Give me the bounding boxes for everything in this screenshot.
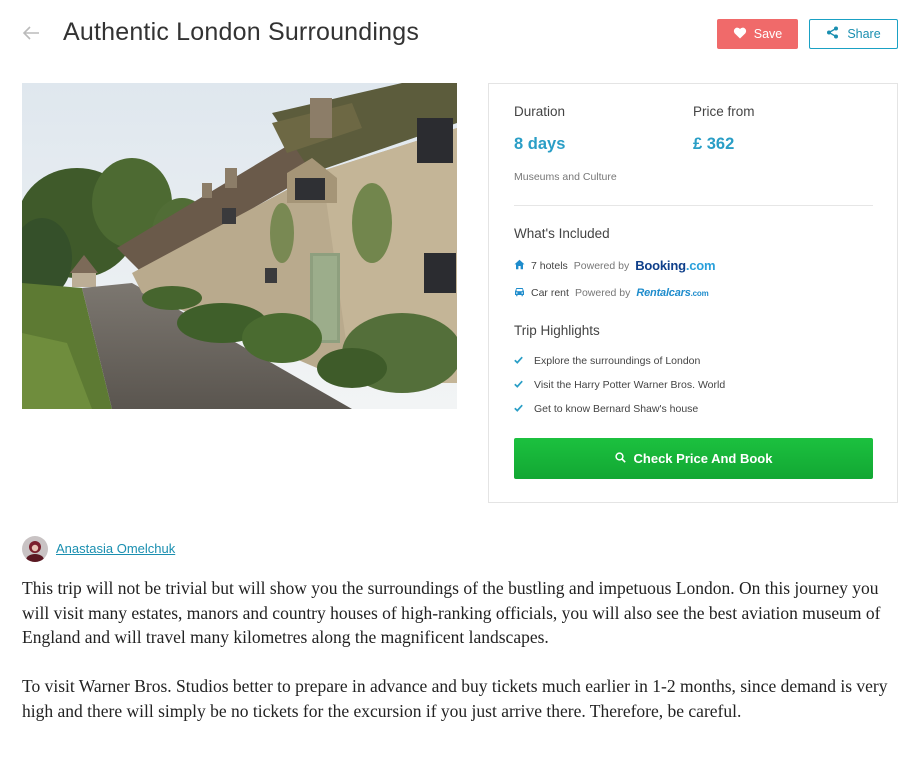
included-car: Car rent Powered by Rentalcars.com [514, 286, 709, 300]
author-link[interactable]: Anastasia Omelchuk [56, 541, 175, 556]
price-value: £ 362 [693, 135, 735, 153]
share-label: Share [847, 27, 881, 41]
check-icon [514, 403, 523, 415]
highlight-text: Explore the surroundings of London [534, 355, 701, 367]
hotels-text: 7 hotels [531, 259, 568, 272]
save-button[interactable]: Save [717, 19, 798, 49]
back-arrow-icon[interactable] [20, 22, 42, 44]
highlights-title: Trip Highlights [514, 323, 600, 338]
search-icon [614, 451, 626, 466]
check-price-book-button[interactable]: Check Price And Book [514, 438, 873, 479]
car-icon [514, 286, 525, 300]
category-label: Museums and Culture [514, 171, 617, 183]
home-icon [514, 259, 525, 273]
description-paragraph: This trip will not be trivial but will s… [22, 578, 881, 647]
highlight-item: Visit the Harry Potter Warner Bros. Worl… [514, 379, 725, 391]
rentalcars-logo[interactable]: Rentalcars.com [636, 287, 708, 299]
check-icon [514, 355, 523, 367]
duration-label: Duration [514, 104, 566, 119]
price-label: Price from [693, 104, 755, 119]
highlight-item: Get to know Bernard Shaw's house [514, 403, 698, 415]
booking-logo[interactable]: Booking.com [635, 258, 715, 273]
divider [514, 205, 873, 206]
description-paragraph: To visit Warner Bros. Studios better to … [22, 676, 888, 721]
powered-by-text: Powered by [574, 287, 631, 299]
highlight-text: Visit the Harry Potter Warner Bros. Worl… [534, 379, 726, 391]
highlight-item: Explore the surroundings of London [514, 355, 700, 367]
duration-value: 8 days [514, 135, 566, 153]
save-label: Save [753, 27, 783, 41]
page-title: Authentic London Surroundings [63, 18, 420, 46]
avatar[interactable] [22, 536, 48, 562]
book-label: Check Price And Book [633, 451, 773, 466]
included-hotels: 7 hotels Powered by Booking.com [514, 258, 716, 273]
trip-info-card: Duration 8 days Price from £ 362 Museums… [488, 83, 898, 503]
heart-icon [733, 27, 747, 42]
share-icon [826, 26, 839, 42]
trip-photo [22, 83, 457, 409]
highlight-text: Get to know Bernard Shaw's house [534, 403, 699, 415]
car-text: Car rent [531, 287, 569, 299]
included-title: What's Included [514, 226, 610, 241]
powered-by-text: Powered by [573, 259, 630, 272]
check-icon [514, 379, 523, 391]
share-button[interactable]: Share [809, 19, 898, 49]
